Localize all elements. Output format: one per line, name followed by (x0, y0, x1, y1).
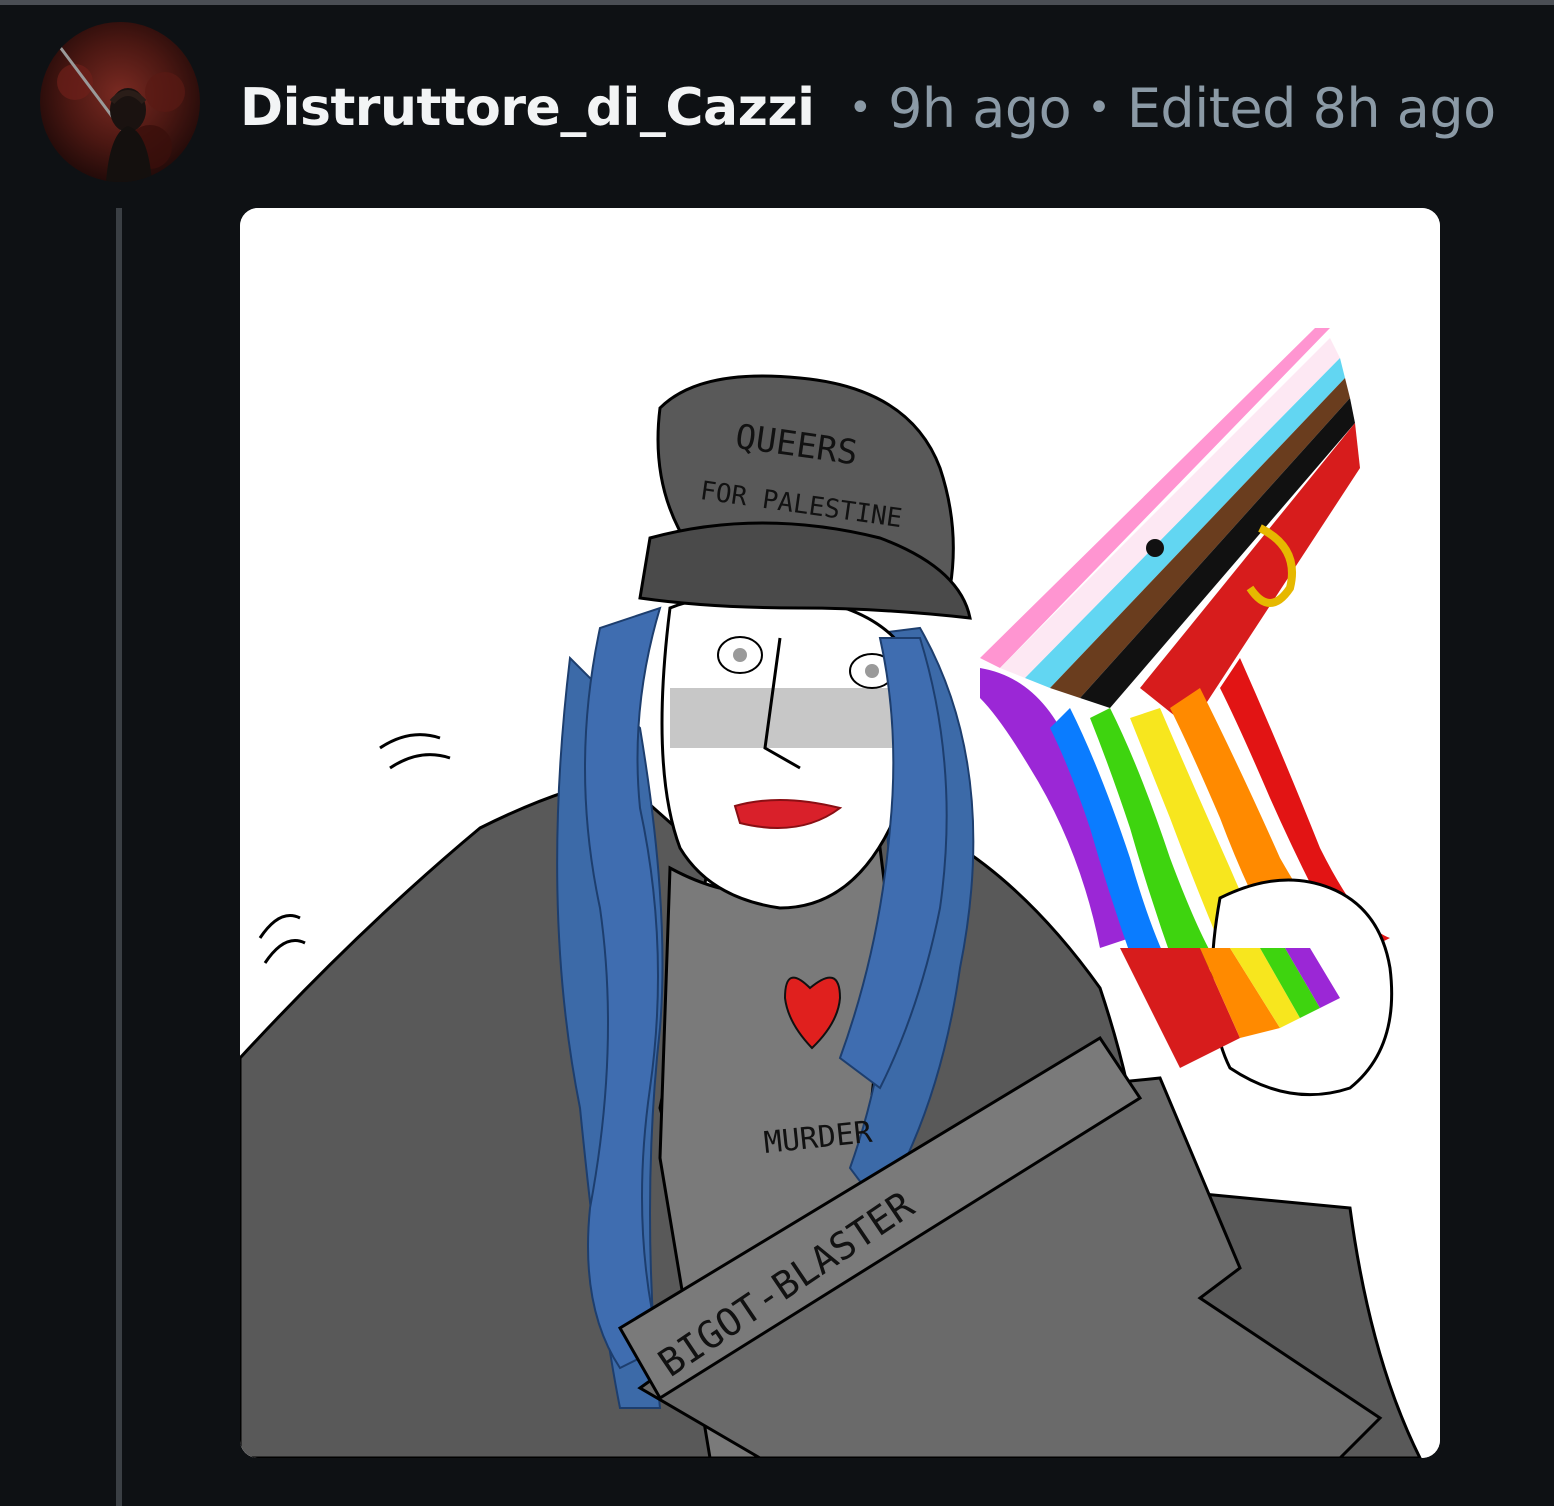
drawing-illustration: QUEERS FOR PALESTINE MURDER BIGOT-BLASTE… (240, 208, 1440, 1458)
comment-image[interactable]: QUEERS FOR PALESTINE MURDER BIGOT-BLASTE… (240, 208, 1440, 1458)
posted-time[interactable]: 9h ago (888, 77, 1072, 140)
comment: Distruttore_di_Cazzi • 9h ago • Edited 8… (0, 5, 1554, 1506)
thread-collapse-line[interactable] (116, 208, 122, 1506)
separator-dot: • (848, 85, 873, 131)
avatar-image (40, 22, 200, 182)
comment-header: Distruttore_di_Cazzi • 9h ago • Edited 8… (240, 63, 1496, 153)
user-avatar[interactable] (40, 22, 200, 182)
separator-dot: • (1087, 85, 1111, 131)
edited-time: Edited 8h ago (1126, 76, 1496, 140)
username-link[interactable]: Distruttore_di_Cazzi (240, 78, 815, 138)
